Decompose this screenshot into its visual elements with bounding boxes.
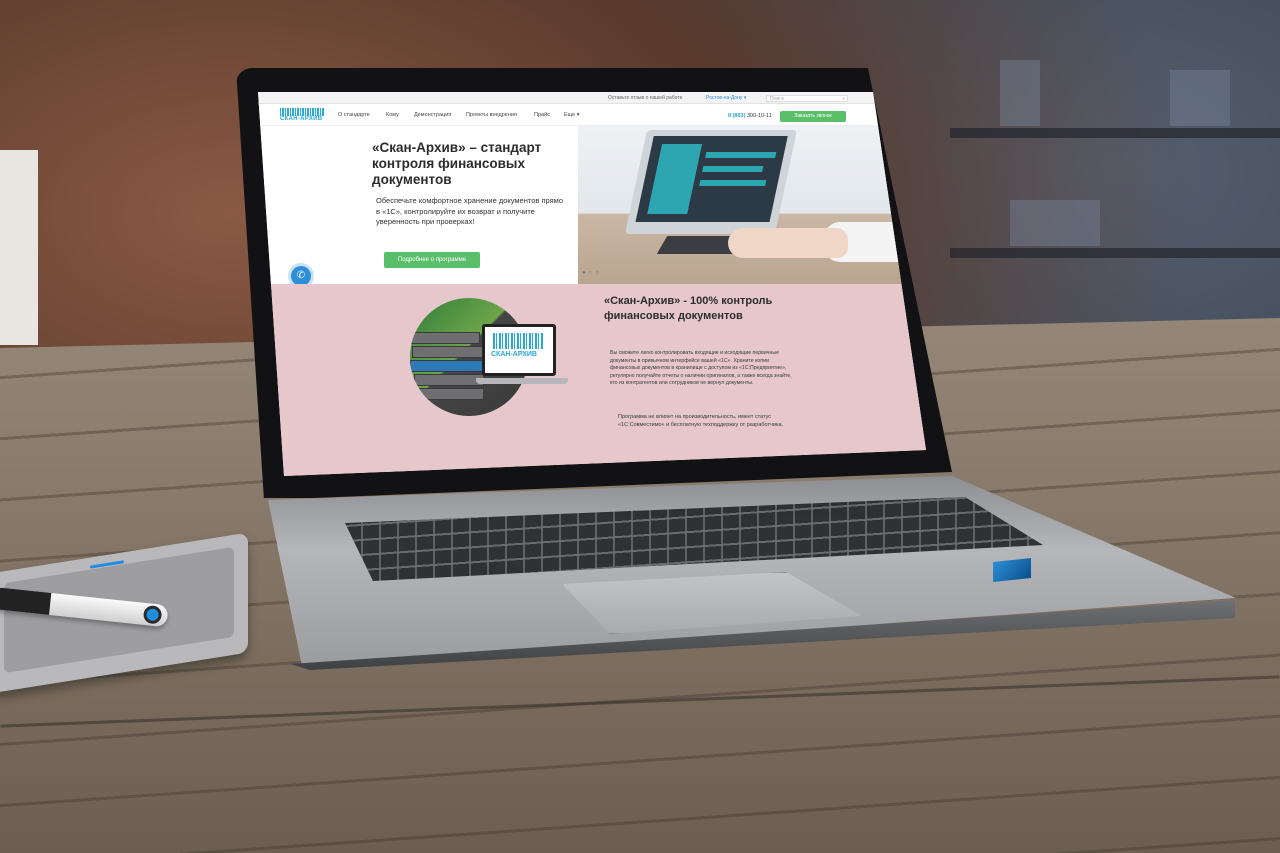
site-navbar: СКАН-АРХИВ О стандарте Кому Демонстрация… [258,104,926,126]
site-topbar: Оставьте отзыв о нашей работе Ростов-на-… [258,92,926,104]
product-logo-text: СКАН-АРХИВ [491,351,537,358]
binder [410,360,484,372]
nav-more[interactable]: Еще ▾ [564,112,579,118]
shelf [950,248,1280,258]
pen-tip-ring [142,604,163,625]
screen-panel [647,144,703,214]
photo-hand [728,228,848,258]
phone-digits: 300-10-11 [746,113,772,119]
screen-row [702,166,764,172]
section-text: Вы сможете легко контролировать входящие… [610,350,792,387]
nav-for-whom[interactable]: Кому [386,112,399,118]
product-laptop: СКАН-АРХИВ [482,324,556,376]
screen-row [699,180,767,186]
intel-sticker [993,558,1031,582]
details-button[interactable]: Подробнее о программе [384,252,480,268]
nav-demo[interactable]: Демонстрация [414,112,451,118]
phone-number[interactable]: 8 (863) 300-10-11 [728,113,772,119]
search-input[interactable]: Поиск ⌕ [766,95,848,102]
nav-projects[interactable]: Проекты внедрения [466,112,517,118]
site-logo[interactable]: СКАН-АРХИВ [280,108,324,123]
screen-row [705,152,777,158]
barcode-icon [280,108,324,116]
hero-text: Обеспечьте комфортное хранение документо… [376,196,563,226]
hero-title: «Скан-Архив» – стандарт контроля финансо… [372,140,542,187]
nav-price[interactable]: Прайс [534,112,550,118]
nav-about-standard[interactable]: О стандарте [338,112,370,118]
logo-text: СКАН-АРХИВ [280,116,323,122]
barcode-icon [493,333,543,349]
product-laptop-base [476,378,568,384]
phone-icon[interactable]: ✆ [291,266,311,286]
section-note: Программа не влияет на производительност… [618,414,784,428]
binder [412,346,484,358]
binder [414,374,484,386]
shelf-item [1170,70,1230,126]
hero-photo: ▤ [578,126,926,284]
photo-laptop-screen [635,136,788,222]
city-selector[interactable]: Ростов-на-Дону ▾ [706,95,746,101]
shelf-item [1000,60,1040,126]
photo-laptop [624,130,798,234]
search-icon[interactable]: ⌕ [842,96,845,102]
shelf-item [1010,200,1100,246]
hero-section: «Скан-Архив» – стандарт контроля финансо… [258,126,578,286]
section-title: «Скан-Архив» - 100% контроль финансовых … [604,295,773,322]
shelf [950,128,1280,138]
phone-prefix: 8 (863) [728,113,746,119]
window-light [0,150,38,345]
binder [416,388,484,400]
callback-button[interactable]: Заказать звонок [780,111,846,122]
search-placeholder: Поиск [770,96,784,102]
feedback-link[interactable]: Оставьте отзыв о нашей работе [608,95,682,101]
slider-dots[interactable]: ●○○ [582,270,602,276]
features-section: СКАН-АРХИВ «Скан-Архив» - 100% контроль … [258,284,926,476]
binder [410,332,480,344]
laptop-screen: Оставьте отзыв о нашей работе Ростов-на-… [258,92,926,476]
